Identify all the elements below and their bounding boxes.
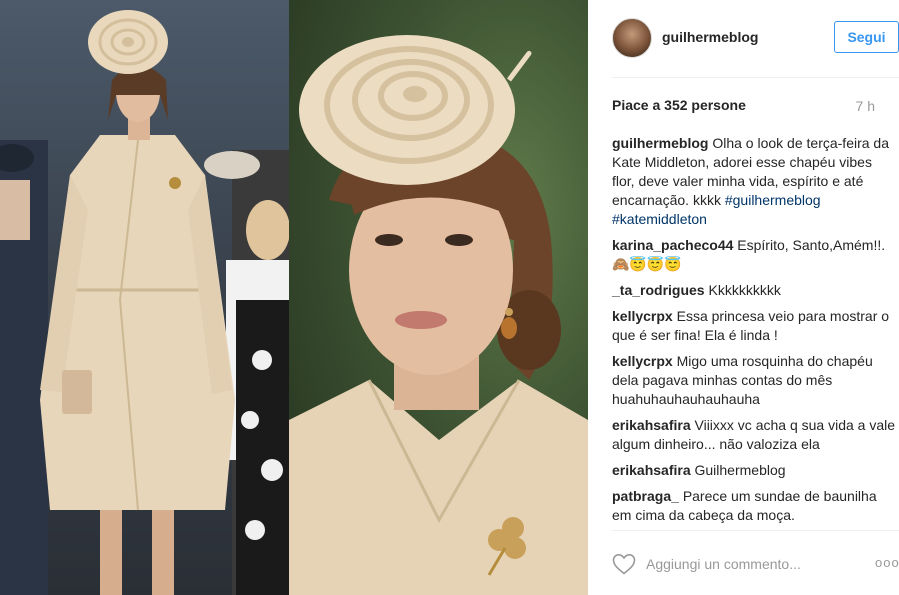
list-item: kellycrpx Migo uma rosquinha do chapéu d…	[612, 352, 895, 409]
comment-input[interactable]	[646, 554, 856, 574]
comment-caption: guilhermeblog Olha o look de terça-feira…	[612, 134, 895, 229]
comment-username[interactable]: _ta_rodrigues	[612, 282, 705, 298]
comment-bar: ooo	[612, 551, 899, 577]
comment-username[interactable]: erikahsafira	[612, 417, 691, 433]
close-up-illustration	[289, 35, 588, 595]
list-item: erikahsafira Guilhermeblog	[612, 461, 895, 480]
comment-username[interactable]: guilhermeblog	[612, 135, 708, 151]
follow-button[interactable]: Segui	[834, 21, 899, 53]
post-side-panel: guilhermeblog Segui Piace a 352 persone …	[588, 0, 899, 595]
more-options-icon[interactable]: ooo	[875, 555, 899, 570]
list-item: erikahsafira Viiixxx vc acha q sua vida …	[612, 416, 895, 454]
comment-username[interactable]: kellycrpx	[612, 353, 673, 369]
list-item: kellycrpx Essa princesa veio para mostra…	[612, 307, 895, 345]
comment-text: Espírito, Santo,Amém!!.	[737, 237, 886, 253]
comment-username[interactable]: kellycrpx	[612, 308, 673, 324]
list-item: patbraga_ Parece um sundae de baunilha e…	[612, 487, 895, 525]
hashtag-link[interactable]: #katemiddleton	[612, 211, 707, 227]
list-item: _ta_rodrigues Kkkkkkkkkk	[612, 281, 895, 300]
comment-text: Guilhermeblog	[694, 462, 786, 478]
comment-text: Kkkkkkkkkk	[708, 282, 781, 298]
heart-icon[interactable]	[612, 553, 636, 575]
username-link[interactable]: guilhermeblog	[662, 29, 758, 45]
post-photo[interactable]	[0, 0, 588, 595]
likes-count[interactable]: Piace a 352 persone	[612, 97, 746, 113]
comments-divider	[612, 530, 899, 531]
photo-right-close-up	[289, 0, 588, 595]
comments-list: guilhermeblog Olha o look de terça-feira…	[612, 134, 895, 532]
comment-username[interactable]: erikahsafira	[612, 462, 691, 478]
avatar[interactable]	[612, 18, 652, 58]
post-time[interactable]: 7 h	[856, 98, 875, 114]
comment-username[interactable]: patbraga_	[612, 488, 679, 504]
hashtag-link[interactable]: #guilhermeblog	[725, 192, 821, 208]
header-divider	[612, 77, 899, 78]
list-item: karina_pacheco44 Espírito, Santo,Amém!!.…	[612, 236, 895, 274]
post-header: guilhermeblog Segui	[588, 0, 899, 78]
photo-left-full-length	[0, 0, 289, 595]
full-length-figure-illustration	[0, 10, 289, 595]
comment-emoji: 🙈😇😇😇	[612, 256, 682, 272]
comment-username[interactable]: karina_pacheco44	[612, 237, 733, 253]
